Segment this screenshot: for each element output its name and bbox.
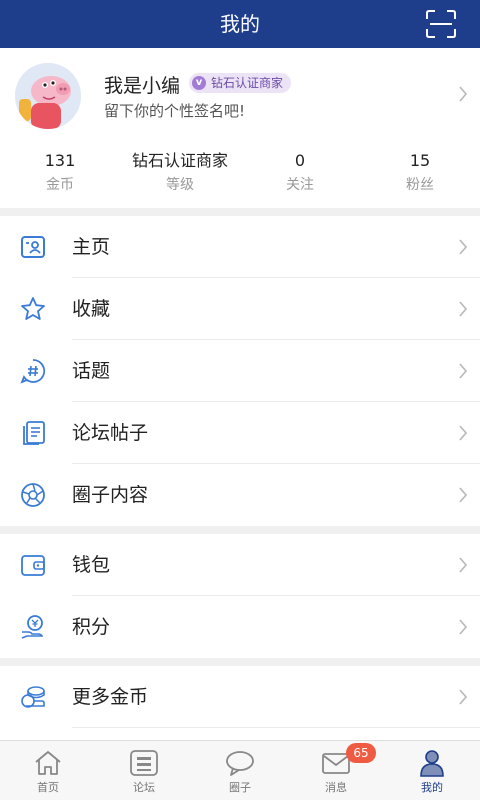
- menu-item-favorites[interactable]: 收藏: [0, 278, 480, 340]
- tab-label: 消息: [325, 781, 347, 794]
- chevron-right-icon: [459, 425, 468, 441]
- tab-forum[interactable]: 论坛: [96, 741, 192, 800]
- chevron-right-icon: [459, 487, 468, 503]
- coins-icon: [21, 686, 45, 708]
- chat-bubble-icon: [226, 751, 254, 776]
- menu-label: 话题: [72, 360, 111, 382]
- tab-label: 首页: [37, 781, 59, 794]
- app-header: 我的: [0, 0, 480, 48]
- aperture-icon: [21, 483, 45, 507]
- badge-label: 钻石认证商家: [211, 76, 284, 90]
- stat-value: 15: [409, 151, 431, 170]
- menu-item-topics[interactable]: 话题: [0, 340, 480, 402]
- menu-label: 主页: [72, 236, 111, 258]
- chevron-right-icon: [459, 619, 468, 635]
- section-divider: [0, 658, 480, 666]
- tab-home[interactable]: 首页: [0, 741, 96, 800]
- chevron-right-icon: [459, 301, 468, 317]
- forum-icon: [130, 750, 158, 776]
- section-divider: [0, 208, 480, 216]
- profile-card-icon: [21, 236, 45, 258]
- menu-item-more-coins[interactable]: 更多金币: [0, 666, 480, 728]
- profile-card[interactable]: 我是小编 v 钻石认证商家 留下你的个性签名吧!: [0, 48, 480, 148]
- stat-fans[interactable]: 15 粉丝: [360, 148, 480, 208]
- chevron-right-icon: [459, 689, 468, 705]
- chevron-right-icon: [459, 363, 468, 379]
- stat-label: 粉丝: [406, 177, 434, 193]
- menu-item-points[interactable]: 积分: [0, 596, 480, 658]
- menu-item-circle-content[interactable]: 圈子内容: [0, 464, 480, 526]
- row-divider: [72, 727, 480, 728]
- tab-label: 论坛: [133, 781, 155, 794]
- page-title: 我的: [220, 12, 260, 36]
- menu-item-wallet[interactable]: 钱包: [0, 534, 480, 596]
- stats-bar: 131 金币 钻石认证商家 等级 0 关注 15 粉丝: [0, 148, 480, 208]
- avatar[interactable]: [15, 63, 81, 129]
- stat-value: 131: [44, 151, 76, 170]
- tab-label: 圈子: [229, 781, 251, 794]
- points-icon: [21, 615, 44, 639]
- star-icon: [21, 297, 45, 320]
- tab-mine[interactable]: 我的: [384, 741, 480, 800]
- stat-value: 0: [294, 151, 306, 170]
- stat-level[interactable]: 钻石认证商家 等级: [120, 148, 240, 208]
- hashtag-icon: [20, 359, 46, 384]
- user-name: 我是小编: [104, 75, 181, 97]
- menu-item-forum-posts[interactable]: 论坛帖子: [0, 402, 480, 464]
- pig-avatar-icon: [15, 63, 81, 129]
- scan-icon[interactable]: [426, 10, 456, 38]
- message-count-badge: 65: [346, 743, 376, 763]
- stat-value: 钻石认证商家: [131, 151, 228, 170]
- menu-label: 圈子内容: [72, 484, 149, 506]
- user-signature: 留下你的个性签名吧!: [104, 102, 246, 120]
- chevron-right-icon: [459, 557, 468, 573]
- bottom-tab-bar: 首页 论坛 圈子 65 消息 我的: [0, 740, 480, 800]
- stat-following[interactable]: 0 关注: [240, 148, 360, 208]
- stat-label: 关注: [286, 177, 314, 193]
- menu-item-home[interactable]: 主页: [0, 216, 480, 278]
- home-icon: [35, 751, 61, 775]
- chevron-right-icon: [459, 86, 468, 102]
- stat-label: 等级: [166, 177, 194, 193]
- wallet-icon: [21, 555, 45, 576]
- tab-label: 我的: [421, 781, 443, 794]
- menu-label: 收藏: [72, 298, 111, 320]
- tab-messages[interactable]: 65 消息: [288, 741, 384, 800]
- menu-label: 论坛帖子: [72, 422, 149, 444]
- vip-icon: v: [192, 76, 206, 90]
- tab-circle[interactable]: 圈子: [192, 741, 288, 800]
- menu-label: 钱包: [72, 554, 111, 576]
- user-icon: [420, 750, 444, 777]
- stat-coins[interactable]: 131 金币: [0, 148, 120, 208]
- section-divider: [0, 526, 480, 534]
- document-icon: [23, 421, 45, 445]
- menu-label: 积分: [72, 616, 111, 638]
- menu-label: 更多金币: [72, 686, 149, 708]
- stat-label: 金币: [46, 177, 74, 193]
- chevron-right-icon: [459, 239, 468, 255]
- verified-merchant-badge: v 钻石认证商家: [189, 73, 292, 93]
